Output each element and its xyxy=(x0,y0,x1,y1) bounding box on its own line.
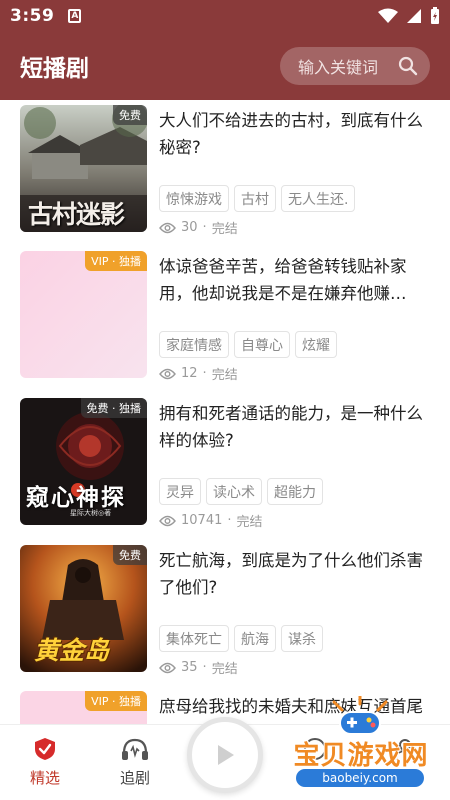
drama-title[interactable]: 大人们不给进去的古村，到底有什么秘密? xyxy=(159,107,435,161)
drama-status: 完结 xyxy=(211,222,238,237)
app-header: 短播剧 输入关键词 xyxy=(0,32,450,100)
search-icon[interactable] xyxy=(398,56,418,76)
separator-dot: · xyxy=(202,660,207,675)
drama-title[interactable]: 拥有和死者通话的能力，是一种什么样的体验? xyxy=(159,400,435,454)
shield-check-icon xyxy=(35,738,55,760)
drama-status: 完结 xyxy=(211,662,238,677)
badge-free: 免费 · 独播 xyxy=(80,398,147,418)
site-watermark: 宝贝游戏网 baobeiy.com xyxy=(276,690,446,795)
drama-meta: 10741 · 完结 xyxy=(159,511,263,530)
drama-meta: 12 · 完结 xyxy=(159,364,238,383)
tag[interactable]: 自尊心 xyxy=(234,331,290,358)
gamepad-icon xyxy=(332,696,388,735)
drama-poster[interactable]: VIP · 独播 xyxy=(20,691,147,724)
status-bar: 3:59 A xyxy=(0,0,450,32)
tag[interactable]: 超能力 xyxy=(267,478,323,505)
eye-icon xyxy=(159,662,176,673)
tag[interactable]: 航海 xyxy=(234,625,276,652)
poster-title: 黄金岛 xyxy=(34,636,110,665)
drama-title[interactable]: 死亡航海，到底是为了什么他们杀害了他们? xyxy=(159,547,435,601)
eye-icon xyxy=(159,368,176,379)
tag[interactable]: 灵异 xyxy=(159,478,201,505)
headphones-icon xyxy=(122,738,148,760)
drama-poster[interactable]: 窥心神探 星际大树◎著 免费 · 独播 xyxy=(20,398,147,525)
tag-list: 灵异 读心术 超能力 xyxy=(159,478,323,505)
eye-icon xyxy=(159,515,176,526)
watermark-text: 宝贝游戏网 xyxy=(293,741,429,771)
tag-list: 家庭情感 自尊心 炫耀 xyxy=(159,331,337,358)
badge-vip: VIP · 独播 xyxy=(85,691,147,711)
play-icon xyxy=(218,745,234,765)
tag[interactable]: 炫耀 xyxy=(295,331,337,358)
drama-status: 完结 xyxy=(211,368,238,383)
poster-author: 星际大树◎著 xyxy=(70,509,112,517)
tag[interactable]: 集体死亡 xyxy=(159,625,229,652)
badge-free: 免费 xyxy=(113,105,147,125)
tag-list: 惊悚游戏 古村 无人生还. xyxy=(159,185,356,212)
drama-list-item[interactable]: VIP · 独播 体谅爸爸辛苦，给爸爸转钱贴补家用，他却说我是不是在嫌弃他赚… … xyxy=(20,251,435,383)
tab-label: 追剧 xyxy=(119,769,150,787)
battery-icon xyxy=(431,7,439,24)
watermark-url: baobeiy.com xyxy=(296,769,424,787)
search-placeholder: 输入关键词 xyxy=(298,58,379,77)
search-input[interactable]: 输入关键词 xyxy=(280,47,430,85)
drama-list-item[interactable]: 黄金岛 免费 死亡航海，到底是为了什么他们杀害了他们? 集体死亡 航海 谋杀 3… xyxy=(20,545,435,677)
drama-title[interactable]: 体谅爸爸辛苦，给爸爸转钱贴补家用，他却说我是不是在嫌弃他赚… xyxy=(159,253,435,307)
drama-meta: 30 · 完结 xyxy=(159,218,238,237)
signal-icon xyxy=(407,9,421,23)
drama-poster[interactable]: 黄金岛 免费 xyxy=(20,545,147,672)
tag[interactable]: 古村 xyxy=(234,185,276,212)
tag[interactable]: 家庭情感 xyxy=(159,331,229,358)
drama-meta: 35 · 完结 xyxy=(159,658,238,677)
drama-status: 完结 xyxy=(236,515,263,530)
badge-vip: VIP · 独播 xyxy=(85,251,147,271)
view-count: 12 xyxy=(181,366,198,381)
drama-poster[interactable]: VIP · 独播 xyxy=(20,251,147,378)
status-time: 3:59 xyxy=(10,6,55,26)
badge-free: 免费 xyxy=(113,545,147,565)
separator-dot: · xyxy=(202,366,207,381)
drama-list-item[interactable]: 窥心神探 星际大树◎著 免费 · 独播 拥有和死者通话的能力，是一种什么样的体验… xyxy=(20,398,435,530)
poster-title: 窥心神探 xyxy=(26,484,126,511)
separator-dot: · xyxy=(202,220,207,235)
tag-list: 集体死亡 航海 谋杀 xyxy=(159,625,323,652)
tab-following[interactable]: 追剧 xyxy=(90,725,180,800)
drama-poster[interactable]: 古村迷影 免费 xyxy=(20,105,147,232)
view-count: 30 xyxy=(181,220,198,235)
poster-title: 古村迷影 xyxy=(28,200,125,229)
tag[interactable]: 谋杀 xyxy=(281,625,323,652)
view-count: 35 xyxy=(181,660,198,675)
tag[interactable]: 读心术 xyxy=(206,478,262,505)
wifi-icon xyxy=(378,8,398,23)
tab-label: 精选 xyxy=(29,769,60,787)
tag[interactable]: 惊悚游戏 xyxy=(159,185,229,212)
app-title: 短播剧 xyxy=(20,56,89,82)
notification-icon: A xyxy=(68,9,82,23)
play-button[interactable] xyxy=(187,717,263,793)
status-icons xyxy=(378,7,440,25)
view-count: 10741 xyxy=(181,513,223,528)
tab-featured[interactable]: 精选 xyxy=(0,725,90,800)
drama-list-item[interactable]: 古村迷影 免费 大人们不给进去的古村，到底有什么秘密? 惊悚游戏 古村 无人生还… xyxy=(20,105,435,237)
tag[interactable]: 无人生还. xyxy=(281,185,356,212)
eye-icon xyxy=(159,222,176,233)
drama-feed[interactable]: 古村迷影 免费 大人们不给进去的古村，到底有什么秘密? 惊悚游戏 古村 无人生还… xyxy=(0,100,450,724)
separator-dot: · xyxy=(227,513,232,528)
